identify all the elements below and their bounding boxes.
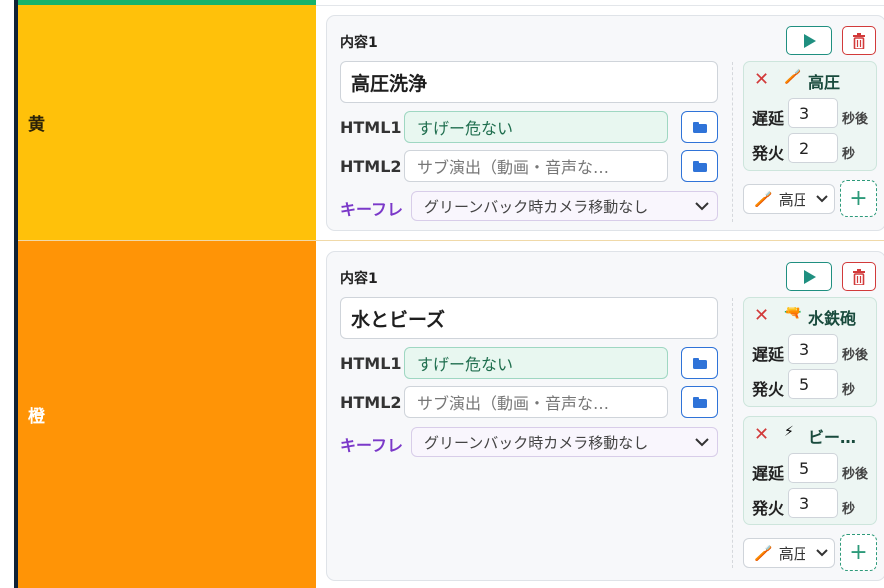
keyframe-value: グリーンバック時カメラ移動なし (424, 433, 649, 452)
effect-type-value: 高圧 (778, 190, 805, 209)
folder-icon (692, 121, 707, 133)
effect-name: ビー… (808, 428, 857, 447)
trash-icon (853, 268, 865, 285)
play-icon (804, 33, 816, 48)
html1-gallery-button[interactable] (681, 347, 718, 379)
html2-label: HTML2 (340, 157, 402, 176)
delay-label: 遅延 (752, 109, 785, 128)
html1-label: HTML1 (340, 354, 402, 373)
play-icon (804, 269, 816, 284)
delay-input[interactable]: 5 (788, 453, 838, 483)
remove-effect-button[interactable]: ✕ (754, 69, 769, 90)
keyframe-select[interactable]: グリーンバック時カメラ移動なし (411, 191, 718, 221)
delete-button[interactable] (842, 262, 876, 291)
pressure-washer-icon: 🪥 (754, 190, 773, 208)
folder-icon (692, 357, 707, 369)
delay-input[interactable]: 3 (788, 98, 838, 128)
pressure-washer-icon: 🪥 (754, 544, 773, 562)
panel-divider (732, 62, 733, 222)
delete-button[interactable] (842, 26, 876, 55)
delay-label: 遅延 (752, 464, 785, 483)
fire-input[interactable]: 2 (788, 133, 838, 163)
content-card: 内容1 高圧洗浄 HTML1 すげー危ない HTML2 サブ演出（動画・音声な…… (326, 15, 884, 231)
content-card: 内容1 水とビーズ HTML1 すげー危ない HTML2 サブ演出（動画・音声な… (326, 251, 884, 581)
keyframe-value: グリーンバック時カメラ移動なし (424, 197, 649, 216)
effect-type-select[interactable]: 🪥 高圧 (743, 538, 835, 568)
keyframe-select[interactable]: グリーンバック時カメラ移動なし (411, 427, 718, 457)
chevron-down-icon (816, 195, 828, 203)
fire-unit: 秒 (842, 383, 856, 398)
fire-input[interactable]: 5 (788, 369, 838, 399)
fire-unit: 秒 (842, 502, 856, 517)
add-effect-button[interactable]: + (840, 180, 877, 217)
html2-label: HTML2 (340, 393, 402, 412)
content-text-input[interactable]: 水とビーズ (340, 297, 718, 339)
fire-input[interactable]: 3 (788, 488, 838, 518)
html1-gallery-button[interactable] (681, 111, 718, 143)
html2-field[interactable]: サブ演出（動画・音声な… (404, 150, 668, 182)
lightning-icon: ⚡ (784, 424, 794, 440)
html2-field[interactable]: サブ演出（動画・音声な… (404, 386, 668, 418)
trash-icon (853, 32, 865, 49)
band-yellow: 黄 (18, 5, 316, 240)
html1-field[interactable]: すげー危ない (404, 111, 668, 143)
effect-type-select[interactable]: 🪥 高圧 (743, 184, 835, 214)
html2-gallery-button[interactable] (681, 150, 718, 182)
chevron-down-icon (816, 549, 828, 557)
remove-effect-button[interactable]: ✕ (754, 424, 769, 445)
fire-unit: 秒 (842, 147, 856, 162)
content-text-input[interactable]: 高圧洗浄 (340, 61, 718, 103)
remove-effect-button[interactable]: ✕ (754, 305, 769, 326)
effect-type-value: 高圧 (778, 544, 805, 563)
page: 黄 橙 内容1 高圧洗浄 HTML1 すげー危ない HTML2 サブ演出（動画・… (0, 0, 884, 588)
delay-unit: 秒後 (842, 112, 869, 127)
card-title: 内容1 (340, 35, 378, 51)
chevron-down-icon (695, 437, 709, 446)
html1-field[interactable]: すげー危ない (404, 347, 668, 379)
keyframe-label: キーフレ (340, 200, 404, 219)
effect-name: 高圧 (808, 73, 841, 92)
divider (316, 5, 884, 6)
chevron-down-icon (695, 201, 709, 210)
folder-icon (692, 160, 707, 172)
html2-gallery-button[interactable] (681, 386, 718, 418)
add-effect-button[interactable]: + (840, 534, 877, 571)
effect-item: ✕ 🔫 水鉄砲 遅延 3 秒後 発火 5 秒 (743, 297, 877, 407)
panel-divider (732, 298, 733, 568)
delay-label: 遅延 (752, 345, 785, 364)
delay-unit: 秒後 (842, 467, 869, 482)
delay-input[interactable]: 3 (788, 334, 838, 364)
card-title: 内容1 (340, 271, 378, 287)
delay-unit: 秒後 (842, 348, 869, 363)
band-label: 黄 (28, 115, 45, 135)
water-gun-icon: 🔫 (784, 305, 802, 321)
fire-label: 発火 (752, 499, 785, 518)
band-orange: 橙 (18, 241, 316, 588)
pressure-washer-icon: 🪥 (784, 69, 802, 85)
band-label: 橙 (28, 407, 45, 427)
play-button[interactable] (786, 26, 832, 55)
keyframe-label: キーフレ (340, 436, 404, 455)
effect-item: ✕ ⚡ ビー… 遅延 5 秒後 発火 3 秒 (743, 416, 877, 525)
play-button[interactable] (786, 262, 832, 291)
html1-label: HTML1 (340, 118, 402, 137)
folder-icon (692, 396, 707, 408)
effect-item: ✕ 🪥 高圧 遅延 3 秒後 発火 2 秒 (743, 61, 877, 171)
fire-label: 発火 (752, 144, 785, 163)
fire-label: 発火 (752, 380, 785, 399)
effect-name: 水鉄砲 (808, 309, 857, 328)
